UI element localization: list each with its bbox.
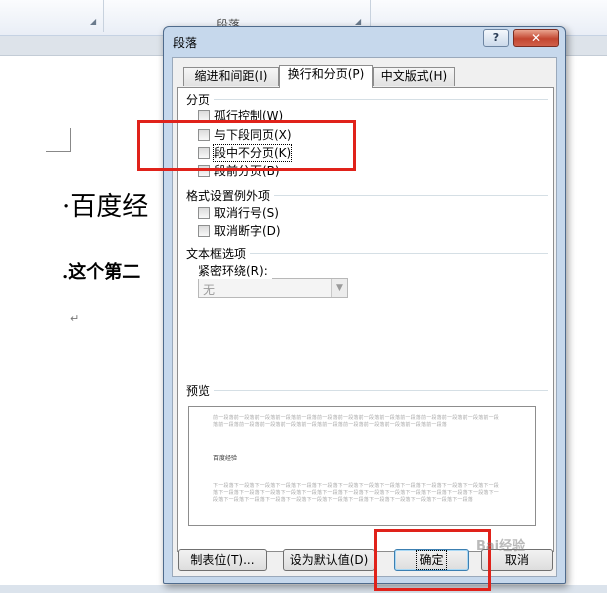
textbox-options-heading: 文本框选项: [186, 245, 251, 262]
tight-wrap-label: 紧密环绕(R):: [198, 262, 272, 279]
close-button[interactable]: ✕: [513, 29, 559, 47]
format-exceptions-heading: 格式设置例外项: [186, 187, 275, 204]
paragraph-dialog-launcher-icon[interactable]: ◢: [355, 17, 361, 26]
document-heading-text[interactable]: ·百度经: [62, 186, 148, 223]
dialog-titlebar[interactable]: 段落 ? ✕: [164, 27, 565, 55]
preview-previous-paragraph: 前一段落前一段落前一段落前一段落前一段落前一段落前一段落前一段落前一段落前一段落…: [213, 415, 500, 428]
status-bar: [0, 585, 607, 593]
annotation-highlight-box: [137, 120, 356, 171]
paragraph-dialog: 段落 ? ✕ 缩进和间距(I) 换行和分页(P) 中文版式(H) 分页 孤行控制…: [163, 26, 566, 584]
chevron-down-icon: ▼: [331, 279, 347, 297]
preview-sample-text: 百度经验: [213, 455, 238, 462]
pagination-heading: 分页: [186, 91, 215, 108]
crop-mark: [46, 151, 71, 152]
section-divider: [186, 99, 548, 100]
dialog-title: 段落: [173, 36, 198, 50]
annotation-highlight-box: [374, 529, 491, 591]
dont-hyphenate-label[interactable]: 取消断字(D): [214, 223, 281, 239]
crop-mark: [70, 128, 71, 152]
suppress-line-numbers-label[interactable]: 取消行号(S): [214, 205, 279, 221]
section-divider: [186, 390, 548, 391]
suppress-line-numbers-checkbox[interactable]: [198, 207, 210, 219]
watermark-logo: Bai经验: [476, 539, 526, 554]
dialog-launcher-icon[interactable]: ◢: [90, 17, 96, 26]
tab-indents-spacing[interactable]: 缩进和间距(I): [183, 67, 279, 86]
set-as-default-button[interactable]: 设为默认值(D): [283, 549, 375, 571]
tight-wrap-value: 无: [203, 283, 216, 297]
help-button[interactable]: ?: [483, 29, 509, 47]
ribbon-divider: [103, 0, 104, 32]
tight-wrap-select: 无 ▼: [198, 278, 348, 298]
tabs-button[interactable]: 制表位(T)...: [178, 549, 267, 571]
tab-asian-typography[interactable]: 中文版式(H): [373, 67, 455, 86]
preview-heading: 预览: [186, 382, 215, 399]
document-subheading-text[interactable]: .这个第二: [62, 258, 140, 284]
preview-next-paragraph: 下一段落下一段落下一段落下一段落下一段落下一段落下一段落下一段落下一段落下一段落…: [213, 483, 500, 503]
paragraph-mark-icon: ↵: [70, 312, 80, 325]
preview-box: 前一段落前一段落前一段落前一段落前一段落前一段落前一段落前一段落前一段落前一段落…: [188, 406, 536, 526]
tab-line-page-breaks[interactable]: 换行和分页(P): [279, 65, 373, 88]
dont-hyphenate-checkbox[interactable]: [198, 225, 210, 237]
